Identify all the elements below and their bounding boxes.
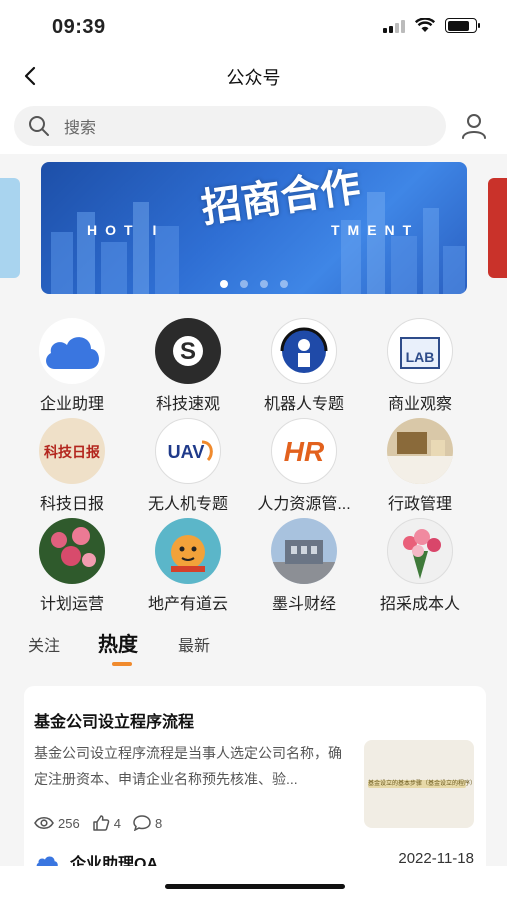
carousel-dot[interactable]: [240, 280, 248, 288]
likes-count: 4: [113, 815, 121, 831]
svg-text:科技日报: 科技日报: [44, 444, 100, 461]
account-item[interactable]: 计划运营: [14, 518, 130, 613]
publish-date: 2022-11-18: [398, 850, 474, 867]
account-label: 科技速观: [155, 396, 220, 413]
cloud-icon: [39, 318, 105, 384]
likes-stat[interactable]: 4: [92, 814, 121, 832]
status-time: 09:39: [52, 16, 106, 38]
user-icon: [462, 114, 486, 139]
article-summary: 基金公司设立程序流程是当事人选定公司名称，确定注册资本、申请企业名称预先核准、验…: [34, 745, 342, 787]
article-thumbnail[interactable]: 基金设立的基本步骤（基金设立的程序）: [364, 740, 474, 828]
tab-follow[interactable]: 关注: [28, 632, 60, 656]
comments-count: 8: [154, 815, 163, 831]
svg-text:S: S: [180, 338, 196, 365]
eye-icon: [34, 816, 54, 830]
wifi-icon: [415, 18, 435, 32]
banner-prev-card[interactable]: [0, 178, 20, 278]
banner-next-card[interactable]: [488, 178, 507, 278]
battery-icon: [445, 18, 480, 33]
views-stat: 256: [34, 816, 80, 831]
account-item[interactable]: 科技日报 科技日报: [14, 418, 130, 513]
flowers-icon: [39, 518, 105, 584]
search-placeholder: 搜索: [64, 120, 97, 137]
account-label: 地产有道云: [147, 596, 228, 613]
article-card[interactable]: 基金公司设立程序流程 基金公司设立程序流程是当事人选定公司名称，确定注册资本、申…: [24, 686, 486, 886]
status-icons: [383, 18, 480, 33]
svg-text:HR: HR: [284, 436, 325, 467]
svg-text:LAB: LAB: [406, 349, 435, 365]
account-label: 无人机专题: [147, 496, 228, 513]
account-item[interactable]: 机器人专题: [246, 318, 362, 413]
s-logo-icon: S: [155, 318, 221, 384]
account-item[interactable]: 招采成本人: [362, 518, 478, 613]
banner-text-right: TMENT: [331, 222, 420, 238]
battery-level: [447, 20, 470, 31]
bouquet-icon: [387, 518, 453, 584]
home-indicator: [165, 884, 345, 889]
signal-icon: [383, 19, 405, 33]
robot-icon: [271, 318, 337, 384]
lab-icon: LAB: [387, 318, 453, 384]
account-label: 企业助理: [39, 396, 104, 413]
hr-icon: HR: [271, 418, 337, 484]
banner-carousel: HOT I 招商合作 TMENT: [0, 154, 507, 304]
svg-text:UAV: UAV: [168, 442, 205, 462]
article-title[interactable]: 基金公司设立程序流程: [34, 708, 194, 732]
account-item[interactable]: 企业助理: [14, 318, 130, 413]
uav-icon: UAV: [155, 418, 221, 484]
search-row: 搜索: [0, 100, 507, 154]
account-label: 机器人专题: [263, 396, 344, 413]
tab-indicator: [112, 662, 132, 666]
account-item[interactable]: LAB 商业观察: [362, 318, 478, 413]
comment-icon: [133, 815, 151, 831]
account-label: 墨斗财经: [271, 596, 336, 613]
carousel-dot[interactable]: [280, 280, 288, 288]
tab-latest[interactable]: 最新: [178, 632, 210, 656]
account-label: 商业观察: [387, 396, 452, 413]
account-item[interactable]: UAV 无人机专题: [130, 418, 246, 513]
desk-icon: [387, 418, 453, 484]
page-title: 公众号: [226, 68, 281, 88]
bottom-bar: [0, 866, 507, 900]
search-input[interactable]: 搜索: [14, 106, 446, 146]
status-bar: 09:39: [0, 0, 507, 52]
building-icon: [271, 518, 337, 584]
comments-stat[interactable]: 8: [133, 815, 162, 831]
carousel-dots: [41, 280, 467, 288]
tab-hot[interactable]: 热度: [98, 628, 138, 657]
account-item[interactable]: 行政管理: [362, 418, 478, 513]
account-item[interactable]: 墨斗财经: [246, 518, 362, 613]
banner-slide[interactable]: HOT I 招商合作 TMENT: [41, 162, 467, 294]
thumbs-up-icon: [92, 815, 110, 831]
tiger-icon: [155, 518, 221, 584]
account-item[interactable]: HR 人力资源管...: [246, 418, 362, 513]
feed-tabs: 关注 热度 最新: [0, 620, 507, 680]
nav-bar: 公众号: [0, 52, 507, 100]
banner-text-left: HOT I: [87, 222, 165, 238]
account-item[interactable]: 地产有道云: [130, 518, 246, 613]
account-label: 行政管理: [387, 496, 452, 513]
account-label: 招采成本人: [379, 596, 460, 613]
account-label: 计划运营: [39, 596, 104, 613]
carousel-dot[interactable]: [220, 280, 228, 288]
carousel-dot[interactable]: [260, 280, 268, 288]
profile-button[interactable]: [458, 110, 490, 142]
account-label: 人力资源管...: [257, 496, 351, 513]
account-item[interactable]: S 科技速观: [130, 318, 246, 413]
newspaper-icon: 科技日报: [39, 418, 105, 484]
account-label: 科技日报: [39, 496, 104, 513]
thumbnail-text: 基金设立的基本步骤（基金设立的程序）: [368, 781, 474, 787]
search-icon: [29, 116, 49, 136]
article-stats: 256 4 8: [34, 814, 168, 832]
views-count: 256: [58, 815, 80, 831]
